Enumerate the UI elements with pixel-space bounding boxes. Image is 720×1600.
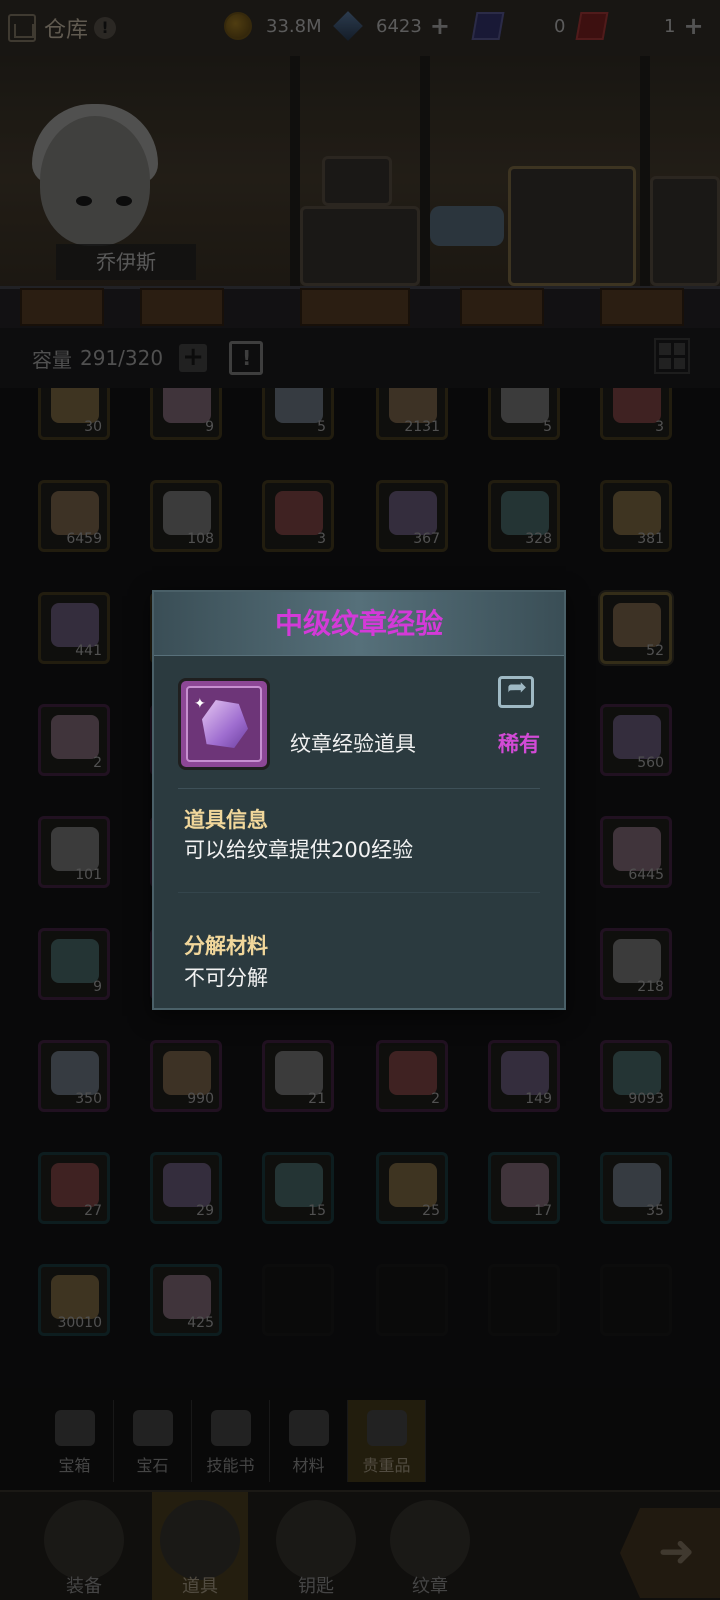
decompose-section-body: 不可分解 — [184, 966, 268, 990]
purple-crystal-icon — [202, 700, 248, 748]
decompose-section-title: 分解材料 — [184, 934, 268, 958]
item-detail-popup: 中级纹章经验 ✦ 纹章经验道具 稀有 道具信息 可以给纹章提供200经验 分解材… — [152, 590, 566, 1010]
sparkle-icon: ✦ — [194, 696, 206, 712]
popup-title: 中级纹章经验 — [154, 592, 564, 656]
item-icon-inner: ✦ — [186, 686, 262, 762]
divider — [178, 788, 540, 789]
divider — [178, 892, 540, 893]
item-rarity: 稀有 — [498, 732, 540, 756]
info-section-body: 可以给纹章提供200经验 — [184, 838, 414, 862]
item-type: 纹章经验道具 — [290, 732, 416, 756]
share-icon[interactable] — [498, 673, 534, 708]
item-icon-frame: ✦ — [178, 678, 270, 770]
info-section-title: 道具信息 — [184, 808, 268, 832]
